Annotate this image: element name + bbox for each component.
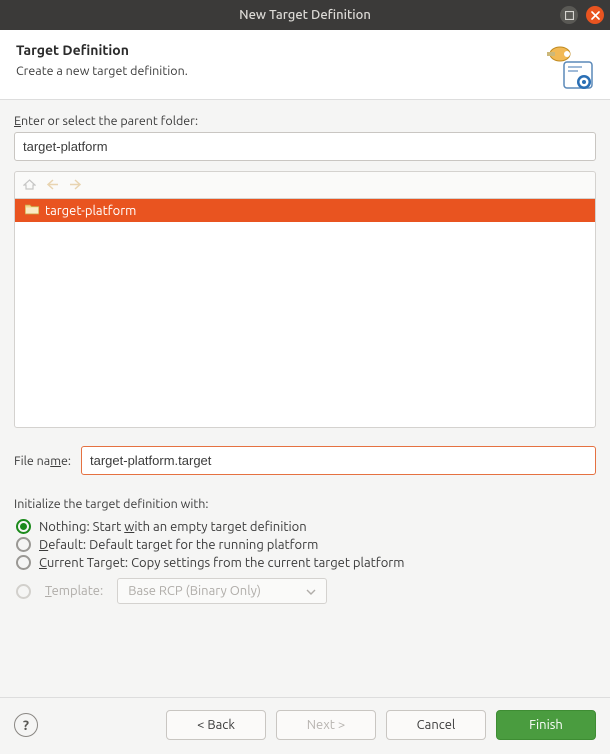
radio-label: Template: bbox=[45, 584, 103, 598]
chevron-down-icon bbox=[306, 584, 316, 598]
close-button[interactable] bbox=[586, 6, 604, 24]
parent-folder-label: Enter or select the parent folder: bbox=[14, 114, 596, 128]
window-controls bbox=[560, 6, 604, 24]
page-title: Target Definition bbox=[16, 42, 594, 58]
wizard-content: Enter or select the parent folder: targe… bbox=[0, 100, 610, 697]
wizard-footer: ? < Back Next > Cancel Finish bbox=[0, 697, 610, 754]
target-definition-icon bbox=[544, 38, 596, 90]
radio-icon bbox=[16, 584, 31, 599]
radio-current-target[interactable]: Current Target: Copy settings from the c… bbox=[16, 555, 596, 570]
maximize-button[interactable] bbox=[560, 6, 578, 24]
filename-label: File name: bbox=[14, 454, 71, 468]
radio-nothing[interactable]: Nothing: Start with an empty target defi… bbox=[16, 519, 596, 534]
tree-toolbar bbox=[14, 171, 596, 198]
back-button[interactable]: < Back bbox=[166, 710, 266, 740]
radio-label: Nothing: Start with an empty target defi… bbox=[39, 520, 307, 534]
tree-item-label: target-platform bbox=[45, 204, 136, 218]
parent-folder-input[interactable] bbox=[14, 132, 596, 161]
radio-label: Current Target: Copy settings from the c… bbox=[39, 556, 404, 570]
radio-icon bbox=[16, 537, 31, 552]
filename-row: File name: bbox=[14, 446, 596, 475]
radio-template: Template: Base RCP (Binary Only) bbox=[16, 578, 596, 604]
filename-input[interactable] bbox=[81, 446, 596, 475]
radio-icon bbox=[16, 519, 31, 534]
wizard-header: Target Definition Create a new target de… bbox=[0, 30, 610, 100]
initialize-section: Initialize the target definition with: N… bbox=[14, 497, 596, 607]
titlebar: New Target Definition bbox=[0, 0, 610, 30]
template-select: Base RCP (Binary Only) bbox=[117, 578, 327, 604]
template-select-value: Base RCP (Binary Only) bbox=[128, 584, 261, 598]
home-icon[interactable] bbox=[23, 178, 36, 194]
folder-icon bbox=[25, 203, 39, 218]
help-button[interactable]: ? bbox=[14, 713, 38, 737]
page-subtitle: Create a new target definition. bbox=[16, 64, 594, 78]
finish-button[interactable]: Finish bbox=[496, 710, 596, 740]
folder-tree[interactable]: target-platform bbox=[14, 198, 596, 428]
back-arrow-icon[interactable] bbox=[46, 179, 59, 193]
cancel-button[interactable]: Cancel bbox=[386, 710, 486, 740]
window-title: New Target Definition bbox=[239, 8, 371, 22]
radio-label: Default: Default target for the running … bbox=[39, 538, 318, 552]
initialize-label: Initialize the target definition with: bbox=[14, 497, 596, 511]
tree-item-target-platform[interactable]: target-platform bbox=[15, 199, 595, 222]
radio-icon bbox=[16, 555, 31, 570]
forward-arrow-icon[interactable] bbox=[69, 179, 82, 193]
radio-default[interactable]: Default: Default target for the running … bbox=[16, 537, 596, 552]
next-button: Next > bbox=[276, 710, 376, 740]
